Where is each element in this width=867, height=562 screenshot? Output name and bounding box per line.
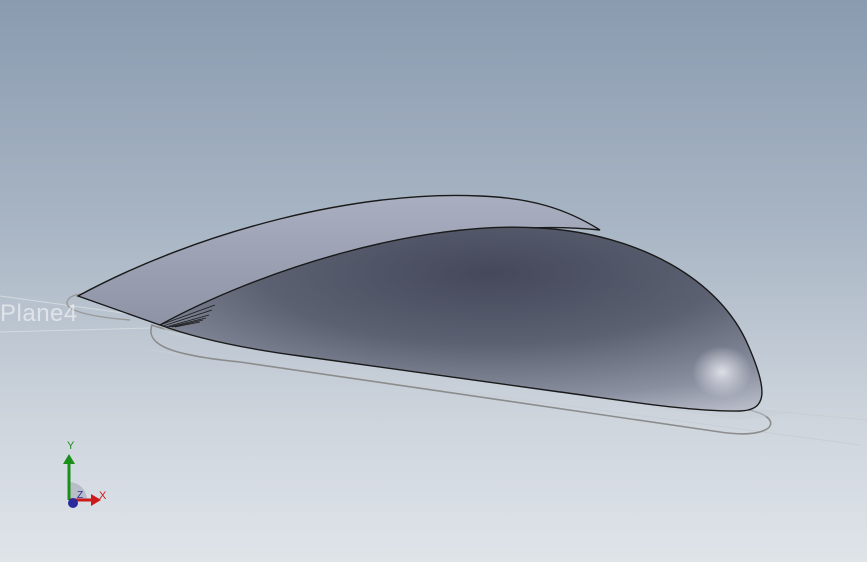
graphics-viewport[interactable]: Plane4 Y X Z [0,0,867,562]
plane4-label[interactable]: Plane4 [0,300,78,328]
triad-y-label: Y [67,440,75,452]
triad-x-label: X [99,490,107,502]
triad-icon [63,454,101,508]
model-scene[interactable] [0,0,867,562]
triad-z-label: Z [77,490,84,501]
body-highlight [692,346,752,398]
reference-triad[interactable]: Y X Z [55,440,115,515]
